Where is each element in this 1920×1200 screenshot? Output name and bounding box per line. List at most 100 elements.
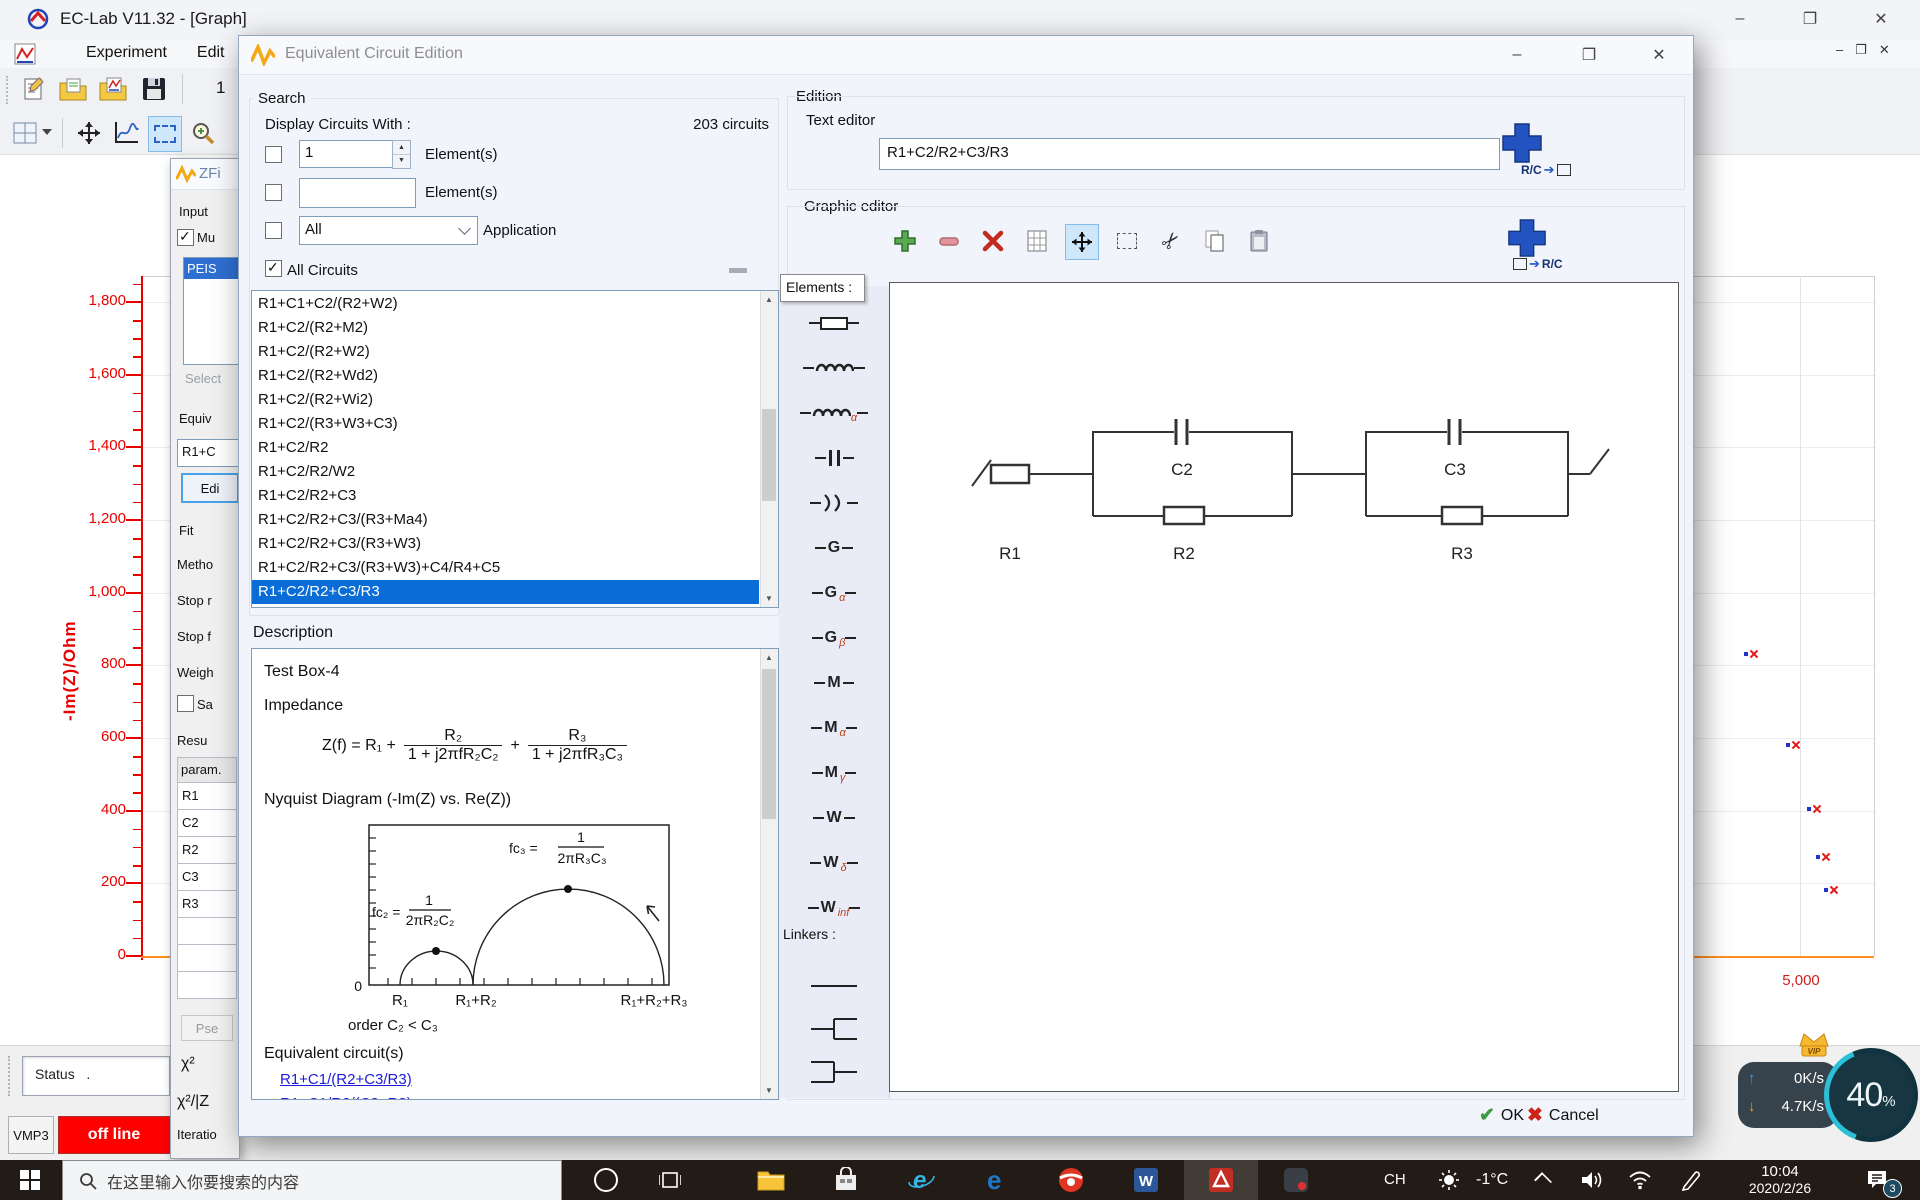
element-count2-input[interactable] xyxy=(299,178,416,208)
save-icon[interactable] xyxy=(140,75,168,103)
ime-language-indicator[interactable]: CH xyxy=(1384,1171,1406,1188)
letter-γ-element[interactable]: Mγ xyxy=(779,758,889,788)
zfit-techniques-list[interactable]: PEIS xyxy=(183,257,240,365)
restore-button[interactable]: ❐ xyxy=(1786,4,1834,34)
ok-button[interactable]: ✔ OK xyxy=(1479,1104,1524,1127)
zfit-sa-checkbox[interactable] xyxy=(177,695,194,712)
status-handle[interactable] xyxy=(8,1056,13,1096)
layout-dropdown-arrow[interactable] xyxy=(42,129,52,135)
zfit-param-row[interactable]: R1 xyxy=(177,783,237,810)
layout-grid-icon[interactable] xyxy=(12,120,38,146)
taskbar-app-pdf-reader[interactable] xyxy=(1184,1160,1258,1200)
zfit-circuit-combo[interactable]: R1+C xyxy=(177,439,240,467)
temperature-indicator[interactable]: -1°C xyxy=(1476,1171,1508,1189)
zfit-param-row[interactable]: R3 xyxy=(177,891,237,918)
close-button[interactable]: ✕ xyxy=(1857,4,1905,34)
taskbar-app-microsoft-store[interactable] xyxy=(809,1160,883,1200)
menu-edit[interactable]: Edit xyxy=(197,44,225,62)
letter-δ-element[interactable]: Wδ xyxy=(779,848,889,878)
delete-tool[interactable] xyxy=(977,224,1009,258)
equivalent-circuit-link[interactable]: R1+C1/R2/(C3+R3) xyxy=(280,1095,412,1100)
circuit-list-item[interactable]: R1+C2/R2/W2 xyxy=(252,460,759,484)
open-graph-icon[interactable] xyxy=(98,75,128,103)
select-tool[interactable] xyxy=(1111,224,1143,258)
collapse-handle-icon[interactable] xyxy=(729,268,747,273)
clock[interactable]: 10:04 2020/2/26 xyxy=(1726,1160,1834,1200)
menu-experiment[interactable]: Experiment xyxy=(86,44,167,62)
open-folder-icon[interactable] xyxy=(58,75,88,103)
circuit-list-item[interactable]: R1+C2/R2 xyxy=(252,436,759,460)
cut-tool[interactable]: ✂ xyxy=(1155,224,1187,258)
linker-fork-left[interactable] xyxy=(779,1057,889,1087)
inductor-α-element[interactable]: α xyxy=(779,398,889,428)
zfit-mu-checkbox[interactable] xyxy=(177,229,194,246)
circuit-list-item[interactable]: R1+C2/R2+C3/(R3+W3)+C4/R4+C5 xyxy=(252,556,759,580)
taskbar-app-messenger-dark[interactable] xyxy=(1259,1160,1333,1200)
taskbar-app-internet-explorer[interactable]: e xyxy=(884,1160,958,1200)
minimize-button[interactable]: – xyxy=(1716,4,1764,34)
dialog-maximize-button[interactable]: ❐ xyxy=(1569,40,1609,70)
circuit-canvas[interactable]: R1 C2 R2 C3 R3 xyxy=(889,282,1679,1092)
add-tool[interactable] xyxy=(889,224,921,258)
volume-icon[interactable] xyxy=(1580,1170,1604,1190)
letter-α-element[interactable]: Gα xyxy=(779,578,889,608)
zoom-select-tool[interactable] xyxy=(148,116,182,152)
circuit-text-input[interactable]: R1+C2/R2+C3/R3 xyxy=(879,138,1500,170)
circuit-list-item[interactable]: R1+C2/(R2+Wd2) xyxy=(252,364,759,388)
zfit-pse-button[interactable]: Pse xyxy=(181,1015,233,1041)
capacitor-element[interactable] xyxy=(779,443,889,473)
tray-expand-chevron-icon[interactable] xyxy=(1534,1172,1552,1190)
text-to-graphic-icon[interactable] xyxy=(1501,122,1543,164)
letter-element[interactable]: M xyxy=(779,668,889,698)
all-circuits-checkbox[interactable] xyxy=(265,260,282,277)
zfit-param-row[interactable]: C2 xyxy=(177,810,237,837)
circuit-list-item[interactable]: R1+C2/R2+C3/R3 xyxy=(252,580,759,604)
taskbar-search[interactable]: 在这里输入你要搜索的内容 xyxy=(62,1160,562,1200)
spinner-up-icon[interactable]: ▲ xyxy=(393,141,410,154)
circuit-listbox[interactable]: R1+C1+C2/(R2+W2)R1+C2/(R2+M2)R1+C2/(R2+W… xyxy=(251,290,779,608)
description-scrollbar[interactable]: ▲ ▼ xyxy=(760,649,778,1099)
element-count1-checkbox[interactable] xyxy=(265,146,282,163)
move-tool[interactable] xyxy=(1065,224,1099,260)
resistor-element[interactable] xyxy=(779,308,889,338)
element-count1-input[interactable]: 1 xyxy=(299,140,398,168)
linker-straight[interactable] xyxy=(779,971,889,1001)
zfit-edit-button[interactable]: Edi xyxy=(181,473,239,503)
spinner-down-icon[interactable]: ▼ xyxy=(393,154,410,168)
scroll-up-icon[interactable]: ▲ xyxy=(761,649,777,666)
toolbar-handle[interactable] xyxy=(6,76,11,104)
zoom-icon[interactable] xyxy=(190,120,216,146)
graphic-to-text-icon[interactable] xyxy=(1507,218,1547,258)
pan-icon[interactable] xyxy=(76,120,102,146)
linker-fork-right[interactable] xyxy=(779,1014,889,1044)
cancel-button[interactable]: ✖ Cancel xyxy=(1527,1104,1599,1127)
cpe-element[interactable] xyxy=(779,488,889,518)
scroll-up-icon[interactable]: ▲ xyxy=(761,291,777,308)
new-settings-icon[interactable] xyxy=(20,75,48,103)
element-count2-checkbox[interactable] xyxy=(265,184,282,201)
copy-tool[interactable] xyxy=(1199,224,1231,258)
circuit-list-item[interactable]: R1+C1+C2/(R2+W2) xyxy=(252,292,759,316)
child-window-controls[interactable]: –❐✕ xyxy=(1836,42,1902,58)
task-view-button[interactable] xyxy=(640,1160,700,1200)
dialog-minimize-button[interactable]: – xyxy=(1497,40,1537,70)
net-speed-widget[interactable]: ↑ 0K/s ↓ 4.7K/s xyxy=(1738,1062,1838,1128)
letter-β-element[interactable]: Gβ xyxy=(779,623,889,653)
letter-inf-element[interactable]: Winf xyxy=(779,893,889,923)
scroll-thumb[interactable] xyxy=(762,409,776,501)
scroll-down-icon[interactable]: ▼ xyxy=(761,1082,777,1099)
circuit-list-item[interactable]: R1+C2/R2+C3 xyxy=(252,484,759,508)
circuit-list-item[interactable]: R1+C2/(R3+W3+C3) xyxy=(252,412,759,436)
circuit-list-item[interactable]: R1+C2/(R2+W2) xyxy=(252,340,759,364)
element-count1-spinner[interactable]: ▲ ▼ xyxy=(392,140,411,169)
inductor-element[interactable] xyxy=(779,353,889,383)
remove-tool[interactable] xyxy=(933,224,965,258)
letter-element[interactable]: G xyxy=(779,533,889,563)
scroll-down-icon[interactable]: ▼ xyxy=(761,590,777,607)
taskbar-app-browser-red[interactable] xyxy=(1034,1160,1108,1200)
circuit-list-item[interactable]: R1+C2/R2+C3/(R3+Ma4) xyxy=(252,508,759,532)
taskbar-app-word[interactable]: W xyxy=(1109,1160,1183,1200)
application-checkbox[interactable] xyxy=(265,222,282,239)
scroll-thumb[interactable] xyxy=(762,669,776,819)
circuit-list-item[interactable]: R1+C2/R2+C3/(R3+W3) xyxy=(252,532,759,556)
